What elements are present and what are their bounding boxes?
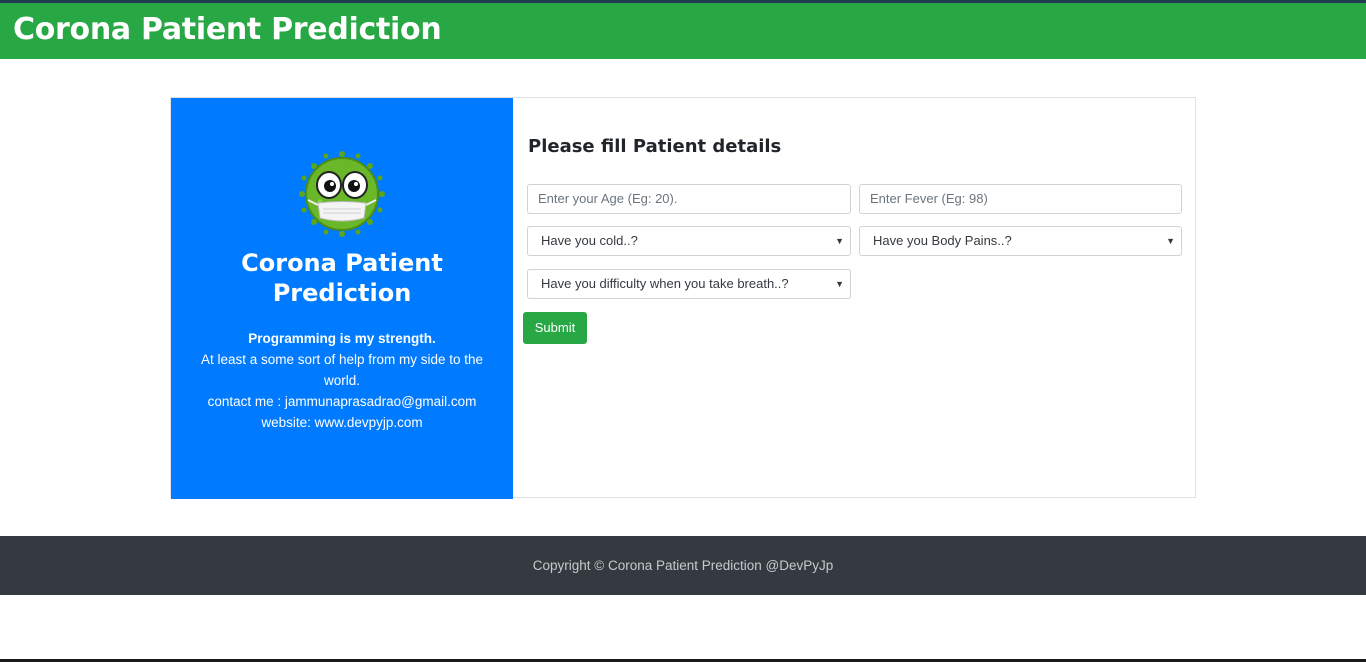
prediction-card: Corona Patient Prediction Programming is… (170, 97, 1197, 499)
panel-tagline: Programming is my strength. (248, 331, 436, 346)
panel-website: website: www.devpyjp.com (261, 415, 423, 430)
info-panel: Corona Patient Prediction Programming is… (171, 98, 513, 499)
footer: Copyright © Corona Patient Prediction @D… (0, 536, 1366, 595)
virus-mascot-icon (299, 151, 385, 237)
form-heading: Please fill Patient details (528, 136, 782, 157)
patient-form: Please fill Patient details Enter your A… (513, 98, 1197, 499)
panel-description: At least a some sort of help from my sid… (200, 352, 484, 388)
navbar-brand[interactable]: Corona Patient Prediction (13, 12, 442, 47)
submit-button[interactable]: Submit (523, 312, 587, 344)
age-placeholder: Enter your Age (Eg: 20). (538, 191, 678, 206)
navbar: Corona Patient Prediction (0, 3, 1366, 59)
body-pains-select[interactable]: Have you Body Pains..? ▼ (859, 226, 1182, 256)
panel-title: Corona Patient Prediction (241, 249, 443, 307)
footer-copyright: Copyright © Corona Patient Prediction @D… (532, 558, 834, 573)
body-pains-select-value: Have you Body Pains..? (873, 233, 1012, 248)
breath-select-value: Have you difficulty when you take breath… (541, 276, 789, 291)
cold-select[interactable]: Have you cold..? ▼ (527, 226, 851, 256)
fever-input[interactable]: Enter Fever (Eg: 98) (859, 184, 1182, 214)
chevron-down-icon: ▼ (1166, 236, 1175, 246)
panel-contact: contact me : jammunaprasadrao@gmail.com (207, 394, 477, 409)
panel-text: Programming is my strength. At least a s… (197, 328, 487, 433)
chevron-down-icon: ▼ (835, 279, 844, 289)
fever-placeholder: Enter Fever (Eg: 98) (870, 191, 988, 206)
cold-select-value: Have you cold..? (541, 233, 638, 248)
age-input[interactable]: Enter your Age (Eg: 20). (527, 184, 851, 214)
chevron-down-icon: ▼ (835, 236, 844, 246)
breath-select[interactable]: Have you difficulty when you take breath… (527, 269, 851, 299)
